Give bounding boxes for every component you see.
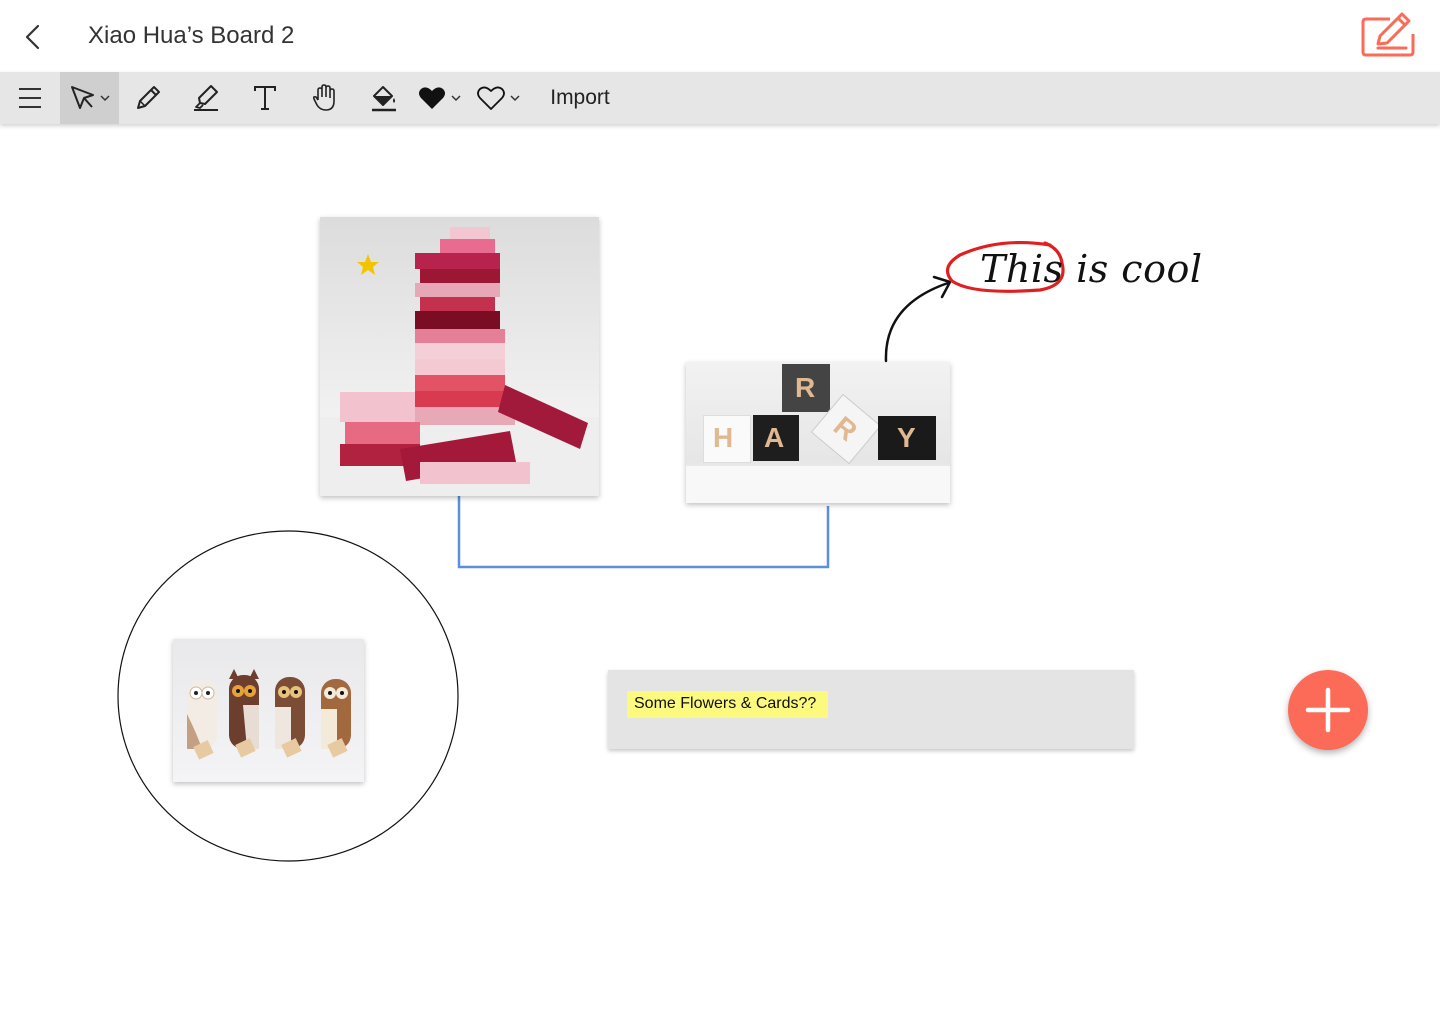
owl-clips-illustration xyxy=(187,669,351,760)
annotation-rest-text: is cool xyxy=(1076,247,1203,291)
fill-tool-button[interactable] xyxy=(360,72,408,124)
block-letter: R xyxy=(795,372,816,403)
select-tool-button[interactable] xyxy=(60,72,119,124)
hand-icon xyxy=(312,84,335,111)
star-icon xyxy=(357,254,379,275)
edit-note-icon[interactable] xyxy=(1360,12,1418,58)
filled-shape-tool-button[interactable] xyxy=(416,72,466,124)
menu-button[interactable] xyxy=(0,72,60,124)
plus-icon xyxy=(1305,687,1351,733)
app-header: Xiao Hua’s Board 2 xyxy=(0,0,1440,72)
import-button[interactable]: Import xyxy=(540,72,620,124)
highlighter-tool-button[interactable] xyxy=(182,72,230,124)
handwritten-annotation[interactable]: This is cool xyxy=(980,247,1203,291)
sticky-note-text: Some Flowers & Cards?? xyxy=(627,691,829,718)
shelf xyxy=(686,466,950,503)
harry-blocks-image[interactable]: H A R R Y xyxy=(686,362,950,503)
block-letter: H xyxy=(713,422,734,453)
hamburger-menu-icon xyxy=(19,88,41,108)
pan-tool-button[interactable] xyxy=(300,72,348,124)
jenga-tower-image[interactable] xyxy=(320,217,599,496)
heart-outline-icon xyxy=(477,86,520,110)
pencil-tool-button[interactable] xyxy=(124,72,172,124)
cursor-arrow-icon xyxy=(70,86,110,109)
block-letter: A xyxy=(764,422,785,453)
sticky-note[interactable]: Some Flowers & Cards?? xyxy=(608,670,1134,749)
board-title: Xiao Hua’s Board 2 xyxy=(88,22,295,49)
connector-line[interactable] xyxy=(450,490,840,580)
owl-clips-image[interactable] xyxy=(173,639,364,782)
add-button[interactable] xyxy=(1288,670,1368,750)
fill-bucket-icon xyxy=(372,86,396,112)
heart-filled-icon xyxy=(419,87,461,109)
pencil-icon xyxy=(137,86,160,109)
text-tool-button[interactable] xyxy=(241,72,289,124)
outline-shape-tool-button[interactable] xyxy=(475,72,525,124)
highlighter-icon xyxy=(194,85,218,111)
toolbar: Import xyxy=(0,72,1440,124)
import-label: Import xyxy=(550,86,610,109)
block-letter: Y xyxy=(897,422,916,453)
chevron-left-icon[interactable] xyxy=(18,22,46,52)
text-icon xyxy=(254,86,276,110)
annotation-circled-word: This xyxy=(980,247,1064,291)
